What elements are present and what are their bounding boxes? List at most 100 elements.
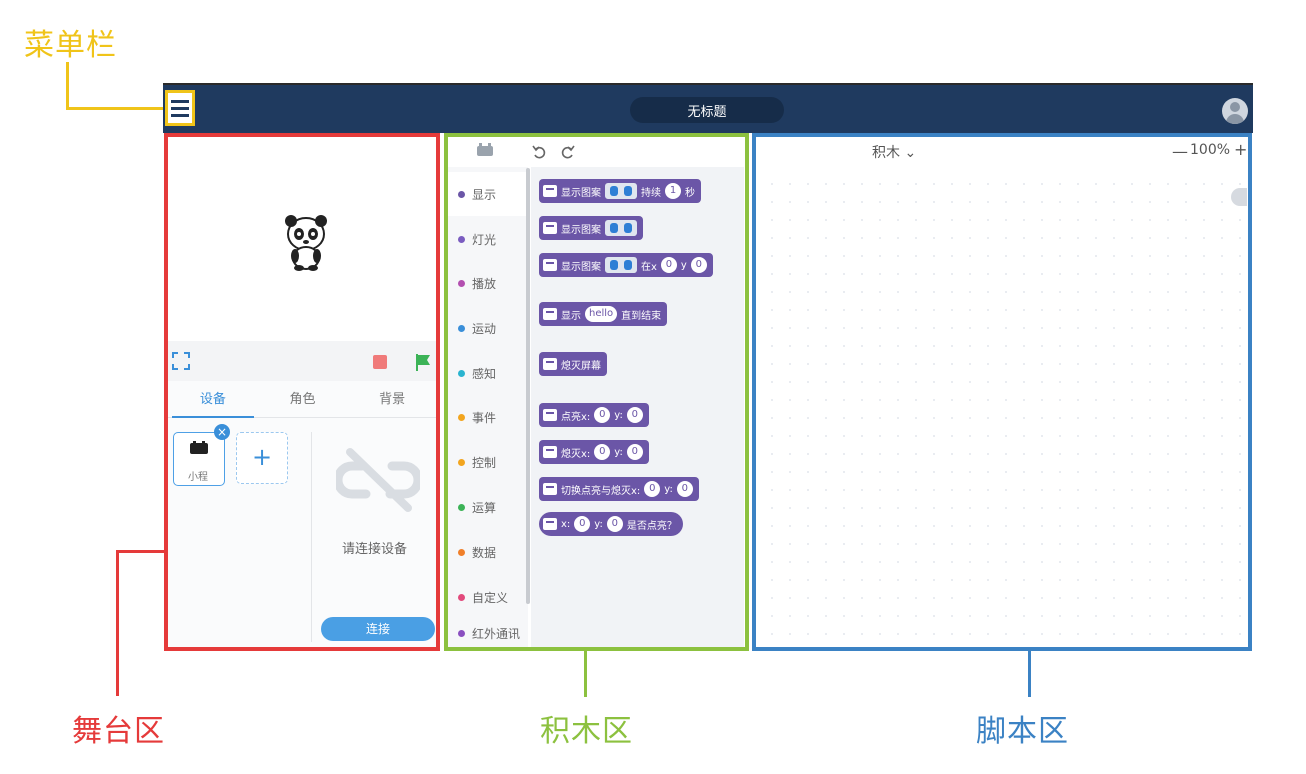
block-is-lit[interactable]: x: 0 y: 0 是否点亮？ <box>539 512 683 536</box>
block-light-on[interactable]: 点亮x: 0 y: 0 <box>539 403 649 427</box>
category-label: 播放 <box>472 276 497 291</box>
disconnected-link-icon <box>336 448 420 512</box>
collapse-panel-icon[interactable] <box>1231 188 1247 206</box>
x-input[interactable]: 0 <box>574 516 591 532</box>
category-control[interactable]: 控制 <box>448 440 528 484</box>
stop-icon[interactable] <box>373 355 387 369</box>
category-label: 事件 <box>472 410 497 425</box>
category-infrared[interactable]: 红外通讯 <box>448 619 528 647</box>
hamburger-icon[interactable] <box>165 90 195 126</box>
duration-input[interactable]: 1 <box>665 183 681 199</box>
block-show-text[interactable]: 显示 hello 直到结束 <box>539 302 668 326</box>
y-input[interactable]: 0 <box>606 516 623 532</box>
category-play[interactable]: 播放 <box>448 261 528 305</box>
category-events[interactable]: 事件 <box>448 395 528 439</box>
script-area-annotation: 脚本区 <box>976 714 1069 749</box>
block-clear-screen[interactable]: 熄灭屏幕 <box>539 352 607 376</box>
screen-icon <box>543 185 557 197</box>
redo-icon[interactable] <box>561 145 575 159</box>
screen-icon <box>543 446 557 458</box>
tab-sprite[interactable]: 角色 <box>258 383 348 417</box>
block-text: 显示 <box>561 310 581 322</box>
block-text: 点亮x: <box>561 411 591 423</box>
block-toggle-light[interactable]: 切换点亮与熄灭x: 0 y: 0 <box>539 477 699 501</box>
user-avatar-icon[interactable] <box>1222 98 1248 124</box>
category-label: 运算 <box>472 500 497 515</box>
screen-icon <box>543 259 557 271</box>
tab-background[interactable]: 背景 <box>347 383 437 417</box>
stage-leader-line <box>116 550 119 696</box>
stage-leader-line-h <box>116 550 166 553</box>
y-input[interactable]: 0 <box>626 444 643 460</box>
category-dot-icon <box>458 629 465 637</box>
menu-bar-leader-line <box>66 62 69 110</box>
zoom-out-button[interactable]: — <box>1172 142 1188 161</box>
category-label: 运动 <box>472 321 497 336</box>
category-dot-icon <box>458 235 465 243</box>
device-tab-icon[interactable] <box>476 143 494 157</box>
block-light-off[interactable]: 熄灭x: 0 y: 0 <box>539 440 649 464</box>
category-label: 显示 <box>472 187 497 202</box>
stage-toolbar <box>168 341 437 381</box>
category-dot-icon <box>458 279 465 287</box>
x-input[interactable]: 0 <box>594 444 611 460</box>
block-categories: 显示 灯光 播放 运动 感知 事件 控制 运算 数据 自定义 红外通讯 <box>448 167 528 647</box>
fullscreen-icon[interactable] <box>172 352 190 370</box>
block-text: 是否点亮？ <box>626 520 677 532</box>
category-motion[interactable]: 运动 <box>448 306 528 350</box>
x-input[interactable]: 0 <box>594 407 611 423</box>
mode-dropdown[interactable]: 积木 ⌄ <box>872 142 916 162</box>
screen-icon <box>543 409 557 421</box>
category-dot-icon <box>458 190 465 198</box>
text-input[interactable]: hello <box>585 306 618 322</box>
category-operators[interactable]: 运算 <box>448 485 528 529</box>
block-text: 切换点亮与熄灭x: <box>561 485 641 497</box>
stage-tabs: 设备 角色 背景 <box>168 383 437 418</box>
y-input[interactable]: 0 <box>676 481 693 497</box>
panda-sprite-icon[interactable] <box>283 214 329 272</box>
category-dot-icon <box>458 503 465 511</box>
y-input[interactable]: 0 <box>626 407 643 423</box>
categories-scrollbar[interactable] <box>526 168 530 604</box>
category-custom[interactable]: 自定义 <box>448 575 528 619</box>
green-flag-icon[interactable] <box>413 352 433 372</box>
block-show-pattern-duration[interactable]: 显示图案 持续 1 秒 <box>539 179 701 203</box>
pattern-picker-icon[interactable] <box>605 257 637 273</box>
pattern-picker-icon[interactable] <box>605 183 637 199</box>
category-dot-icon <box>458 548 465 556</box>
blocks-toolbar <box>448 137 744 167</box>
block-text: 秒 <box>685 187 695 199</box>
project-title[interactable]: 无标题 <box>630 97 784 123</box>
x-input[interactable]: 0 <box>644 481 661 497</box>
tab-device[interactable]: 设备 <box>168 383 258 418</box>
category-label: 数据 <box>472 545 497 560</box>
zoom-level: 100% <box>1190 142 1231 158</box>
close-icon[interactable]: × <box>214 424 230 440</box>
block-text: 持续 <box>641 187 661 199</box>
block-show-pattern-at[interactable]: 显示图案 在x 0 y 0 <box>539 253 713 277</box>
block-show-pattern[interactable]: 显示图案 <box>539 216 643 240</box>
connect-button[interactable]: 连接 <box>321 617 435 641</box>
pattern-picker-icon[interactable] <box>605 220 637 236</box>
category-label: 控制 <box>472 455 497 470</box>
category-dot-icon <box>458 324 465 332</box>
category-light[interactable]: 灯光 <box>448 217 528 261</box>
category-data[interactable]: 数据 <box>448 530 528 574</box>
screen-icon <box>543 483 557 495</box>
stage-canvas[interactable] <box>168 137 437 341</box>
script-canvas[interactable] <box>755 135 1249 649</box>
screen-icon <box>543 358 557 370</box>
undo-icon[interactable] <box>532 145 546 159</box>
add-device-button[interactable]: + <box>236 432 288 484</box>
x-input[interactable]: 0 <box>660 257 677 273</box>
block-text: y: <box>614 409 623 421</box>
script-leader-line <box>1028 651 1031 697</box>
category-sensing[interactable]: 感知 <box>448 351 528 395</box>
category-display[interactable]: 显示 <box>448 172 528 216</box>
panel-divider <box>311 432 312 642</box>
block-text: 在x <box>641 261 657 273</box>
category-dot-icon <box>458 593 465 601</box>
block-text: y: <box>594 518 603 530</box>
y-input[interactable]: 0 <box>690 257 707 273</box>
zoom-in-button[interactable]: + <box>1234 140 1247 159</box>
